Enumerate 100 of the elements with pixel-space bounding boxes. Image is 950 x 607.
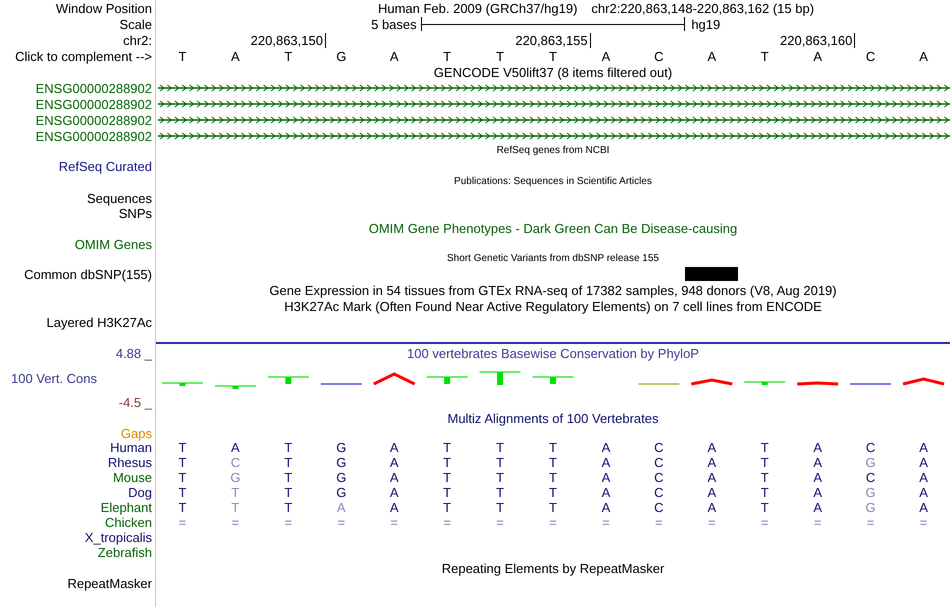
axis-label: -4.5 _ bbox=[118, 396, 152, 408]
base-letter: = bbox=[337, 516, 346, 529]
species-label[interactable]: Elephant bbox=[100, 501, 152, 514]
base-letter: T bbox=[760, 456, 769, 469]
base-letter: T bbox=[443, 50, 452, 62]
row-label: chr2: bbox=[123, 34, 152, 46]
track-title: GENCODE V50lift37 (8 items filtered out) bbox=[434, 66, 672, 78]
base-letter: C bbox=[654, 486, 664, 499]
track-title: 100 vertebrates Basewise Conservation by PhyloP bbox=[407, 346, 699, 360]
base-letter: A bbox=[602, 50, 610, 62]
base-letter: T bbox=[178, 471, 186, 484]
base-letter: T bbox=[760, 441, 769, 454]
base-letter: = bbox=[602, 516, 610, 529]
track-label[interactable]: 100 Vert. Cons bbox=[11, 372, 97, 384]
species-label[interactable]: Mouse bbox=[112, 471, 152, 484]
track-title: Gene Expression in 54 tissues from GTEx RNA-seq of 17382 samples, 948 donors (V8, Aug 2019) bbox=[269, 284, 837, 296]
base-letter: T bbox=[549, 441, 557, 454]
scale-text: 5 bases bbox=[371, 18, 418, 30]
base-letter: A bbox=[390, 50, 399, 62]
assembly-label: hg19 bbox=[690, 18, 720, 30]
base-letter: A bbox=[707, 441, 716, 454]
track-label[interactable]: Common dbSNP(155) bbox=[24, 268, 152, 280]
base-letter: A bbox=[602, 471, 610, 484]
track-label[interactable]: ENSG00000288902 bbox=[36, 130, 152, 142]
coordinate-label: 220,863,150 bbox=[250, 32, 326, 48]
coordinate-label: 220,863,160 bbox=[780, 32, 856, 48]
track-title: H3K27Ac Mark (Often Found Near Active Regulatory Elements) on 7 cell lines from ENCODE bbox=[284, 300, 822, 312]
track-label[interactable]: RefSeq Curated bbox=[58, 160, 152, 172]
base-letter: T bbox=[443, 456, 452, 469]
base-letter: T bbox=[496, 50, 504, 62]
track-title: RefSeq genes from NCBI bbox=[496, 146, 610, 156]
track-title: Repeating Elements by RepeatMasker bbox=[442, 562, 664, 574]
base-letter: C bbox=[654, 471, 664, 484]
base-letter: G bbox=[336, 441, 346, 454]
base-letter: A bbox=[813, 441, 822, 454]
base-letter: T bbox=[443, 501, 452, 514]
track-label[interactable]: Layered H3K27Ac bbox=[46, 316, 152, 328]
base-letter: T bbox=[549, 501, 557, 514]
base-letter: A bbox=[390, 486, 399, 499]
track-label[interactable]: ENSG00000288902 bbox=[36, 82, 152, 94]
base-letter: T bbox=[178, 456, 186, 469]
base-letter: A bbox=[919, 456, 928, 469]
track-label[interactable]: Sequences bbox=[86, 192, 152, 204]
track-title: Short Genetic Variants from dbSNP release 155 bbox=[447, 254, 659, 264]
base-letter: = bbox=[814, 516, 822, 529]
base-letter: = bbox=[178, 516, 186, 529]
track-label[interactable]: RepeatMasker bbox=[67, 576, 152, 590]
row-label: Scale bbox=[119, 18, 152, 30]
base-letter: A bbox=[707, 486, 716, 499]
base-letter: C bbox=[866, 50, 876, 62]
base-letter: = bbox=[760, 516, 769, 529]
base-letter: T bbox=[284, 441, 292, 454]
base-letter: A bbox=[707, 50, 716, 62]
base-letter: T bbox=[231, 501, 240, 514]
base-letter: A bbox=[231, 50, 240, 62]
track-label[interactable]: OMIM Genes bbox=[74, 238, 152, 250]
base-letter: = bbox=[655, 516, 663, 529]
base-letter: = bbox=[443, 516, 451, 529]
base-letter: C bbox=[230, 456, 240, 469]
base-letter: A bbox=[707, 501, 716, 514]
base-letter: A bbox=[602, 486, 610, 499]
species-label[interactable]: Rhesus bbox=[108, 456, 152, 469]
base-letter: T bbox=[284, 501, 292, 514]
base-letter: T bbox=[284, 456, 292, 469]
species-label[interactable]: Human bbox=[110, 441, 152, 454]
base-letter: T bbox=[231, 486, 240, 499]
species-label[interactable]: Dog bbox=[128, 486, 152, 499]
base-letter: C bbox=[866, 441, 876, 454]
base-letter: = bbox=[920, 516, 928, 529]
species-label[interactable]: X_tropicalis bbox=[84, 531, 152, 544]
base-letter: A bbox=[813, 456, 822, 469]
base-letter: = bbox=[232, 516, 240, 529]
base-letter: T bbox=[760, 471, 769, 484]
base-letter: = bbox=[390, 516, 398, 529]
base-letter: T bbox=[443, 486, 452, 499]
complement-link[interactable]: Click to complement --> bbox=[15, 50, 152, 62]
base-letter: T bbox=[284, 50, 292, 62]
base-letter: A bbox=[602, 456, 610, 469]
base-letter: A bbox=[919, 501, 928, 514]
track-title: OMIM Gene Phenotypes - Dark Green Can Be Disease-causing bbox=[368, 222, 738, 234]
track-label[interactable]: SNPs bbox=[118, 206, 152, 220]
base-letter: G bbox=[866, 486, 876, 499]
base-letter: G bbox=[336, 50, 346, 62]
track-label[interactable]: ENSG00000288902 bbox=[36, 98, 152, 110]
base-letter: T bbox=[496, 486, 504, 499]
base-letter: A bbox=[707, 471, 716, 484]
base-letter: C bbox=[654, 441, 664, 454]
assembly-title: Human Feb. 2009 (GRCh37/hg19) bbox=[378, 2, 578, 14]
species-label[interactable]: Chicken bbox=[105, 516, 152, 529]
track-label[interactable]: ENSG00000288902 bbox=[36, 114, 152, 126]
base-letter: C bbox=[654, 501, 664, 514]
base-letter: A bbox=[813, 486, 822, 499]
species-label[interactable]: Zebrafish bbox=[98, 546, 152, 559]
base-letter: T bbox=[496, 441, 504, 454]
base-letter: T bbox=[443, 441, 452, 454]
base-letter: G bbox=[866, 501, 876, 514]
base-letter: A bbox=[813, 501, 822, 514]
base-letter: T bbox=[178, 486, 186, 499]
base-letter: = bbox=[496, 516, 504, 529]
base-letter: A bbox=[919, 471, 928, 484]
